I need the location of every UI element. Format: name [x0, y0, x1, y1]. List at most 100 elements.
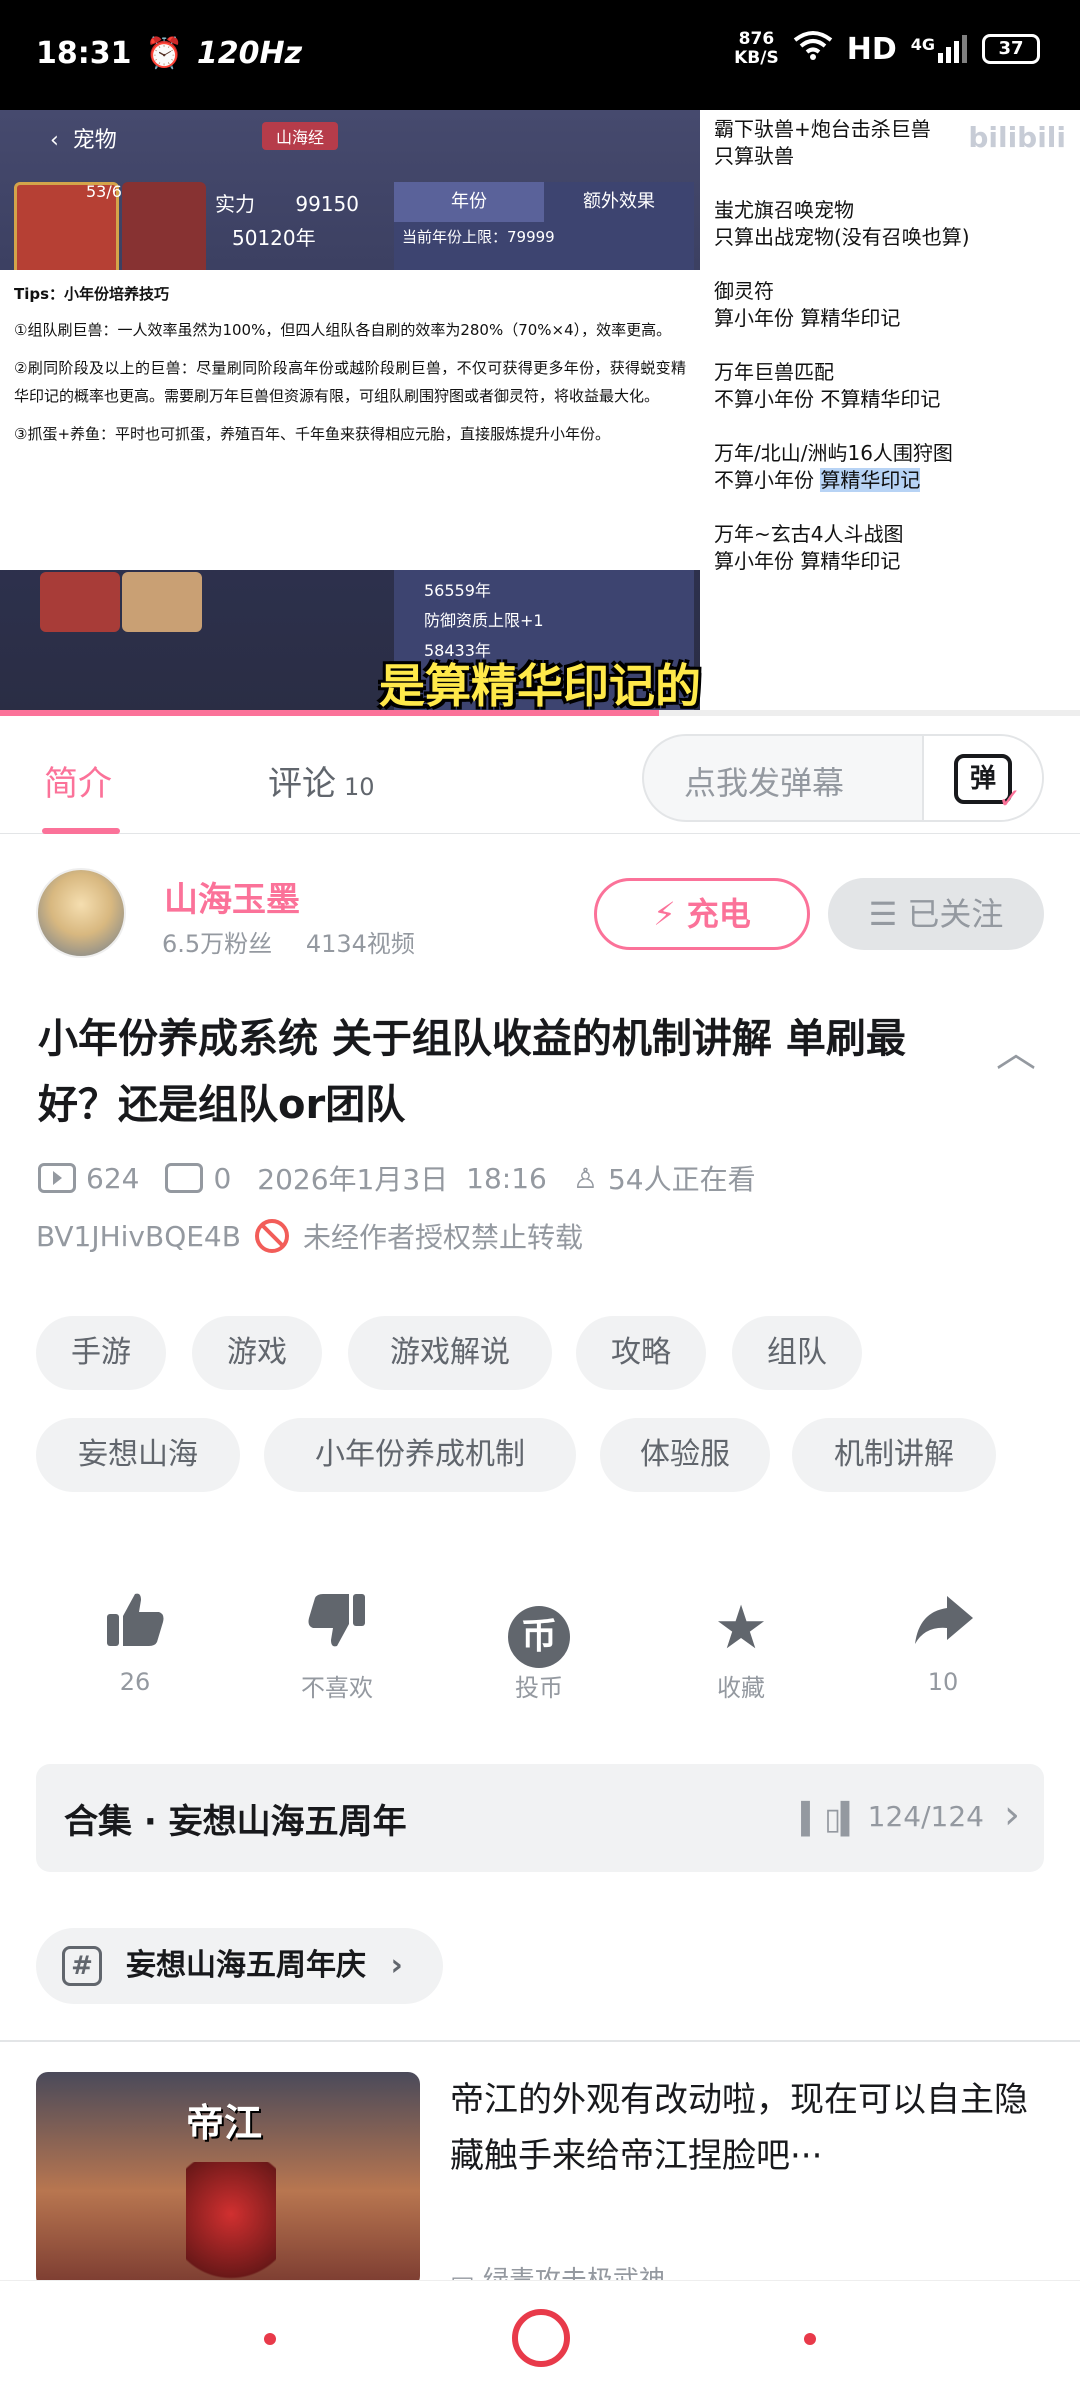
bvid[interactable]: BV1JHivBQE4B: [36, 1220, 241, 1253]
game-year: 50120年: [232, 226, 316, 250]
note-line: 不算小年份 不算精华印记: [714, 387, 941, 411]
game-back-text: 宠物: [72, 128, 117, 153]
game-tag: 山海经: [262, 122, 339, 150]
network-type: 4G: [910, 35, 935, 54]
status-left: 18:31 ⏰ 120Hz: [36, 36, 302, 71]
note-line: 算小年份 算精华印记: [714, 549, 901, 573]
danmaku-placeholder: 点我发弹幕: [684, 764, 845, 802]
video-player[interactable]: ‹ 宠物 山海经 53/68 实力 99150 50120年 年份 额外效果 当…: [0, 110, 1080, 716]
like-count: 26: [119, 1668, 151, 1696]
alarm-icon: ⏰: [145, 36, 183, 71]
like-button[interactable]: 26: [70, 1588, 200, 1696]
nav-home-button[interactable]: [512, 2309, 570, 2367]
game-lower-2: 防御资质上限+1: [424, 611, 544, 630]
note-line: 只算出战宠物(没有召唤也算): [714, 225, 970, 249]
uploader-name[interactable]: 山海玉墨: [164, 872, 300, 921]
nav-back-button[interactable]: [264, 2333, 276, 2345]
playlist-icon: ▍▯▍: [801, 1802, 864, 1837]
coin-icon: 币: [474, 1588, 604, 1668]
system-nav-bar: [0, 2280, 1080, 2400]
tag-item[interactable]: 手游: [36, 1316, 166, 1390]
coin-label: 投币: [515, 1674, 563, 1702]
favorite-button[interactable]: ★ 收藏: [676, 1588, 806, 1703]
follow-button[interactable]: ☰ 已关注: [828, 878, 1044, 950]
danmaku-toggle-button[interactable]: 弹 ✓: [922, 736, 1042, 820]
game-strength-label: 实力: [215, 192, 255, 216]
status-right: 876 KB/S HD 4G 37: [734, 30, 1040, 68]
tag-item[interactable]: 体验服: [600, 1418, 770, 1492]
tab-comments-count: 10: [344, 773, 375, 801]
game-lower-1: 56559年: [424, 581, 491, 600]
note-block: 万年/北山/洲屿16人围狩图 不算小年份 算精华印记: [714, 440, 1066, 494]
note-highlight: 算精华印记: [820, 468, 921, 492]
notes-panel: 霸下驮兽+炮台击杀巨兽 只算驮兽 蚩尤旗召唤宠物 只算出战宠物(没有召唤也算) …: [700, 110, 1080, 716]
copyright-notice: 未经作者授权禁止转载: [302, 1221, 583, 1254]
battery-icon: 37: [982, 34, 1040, 64]
tag-item[interactable]: 妄想山海: [36, 1418, 240, 1492]
uploader-stats: 6.5万粉丝 4134视频: [162, 924, 441, 959]
note-text: 不算小年份: [714, 468, 821, 492]
signal-icon: 4G: [911, 35, 968, 63]
recommend-title[interactable]: 帝江的外观有改动啦，现在可以自主隐藏触手来给帝江捏脸吧···: [450, 2072, 1046, 2184]
topic-label: 妄想山海五周年庆: [126, 1948, 366, 1983]
dislike-label: 不喜欢: [301, 1674, 373, 1702]
tab-indicator: [42, 828, 120, 834]
favorite-label: 收藏: [717, 1674, 765, 1702]
topic-chip[interactable]: # 妄想山海五周年庆 ›: [36, 1928, 443, 2004]
tips-item: ③抓蛋+养鱼：平时也可抓蛋，养殖百年、千年鱼来获得相应元胎，直接服炼提升小年份。: [14, 425, 611, 443]
thumbs-down-icon: [272, 1588, 402, 1668]
star-icon: ★: [714, 1593, 768, 1663]
share-button[interactable]: 10: [878, 1588, 1008, 1696]
menu-icon: ☰: [868, 895, 898, 933]
check-icon: ✓: [998, 782, 1022, 815]
refresh-rate: 120Hz: [196, 36, 303, 71]
game-year-cap: 当前年份上限：79999: [402, 228, 555, 246]
charge-button[interactable]: ⚡ 充电: [594, 878, 810, 950]
chevron-right-icon: ›: [1004, 1792, 1020, 1838]
danmaku-count: 0: [213, 1161, 232, 1195]
tab-comments-label: 评论: [268, 764, 336, 804]
chevron-up-icon[interactable]: ︿: [996, 1020, 1036, 1078]
game-screen: ‹ 宠物 山海经 53/68 实力 99150 50120年 年份 额外效果 当…: [0, 110, 700, 716]
tab-bar: 简介 评论 10 点我发弹幕 弹 ✓: [0, 716, 1080, 834]
game-pet-card-4: [122, 572, 202, 632]
uploader-fans: 6.5万粉丝: [162, 930, 273, 958]
note-line: 万年/北山/洲屿16人围狩图: [714, 441, 953, 465]
net-speed-unit: KB/S: [734, 48, 779, 68]
note-line: 不算小年份 算精华印记: [714, 467, 1066, 494]
share-icon: [878, 1588, 1008, 1668]
dislike-button[interactable]: 不喜欢: [272, 1588, 402, 1703]
screen: 18:31 ⏰ 120Hz 876 KB/S HD 4G 37 ‹ 宠物 山海经: [0, 0, 1080, 2400]
watching-count: 54人正在看: [607, 1163, 756, 1196]
tab-comments[interactable]: 评论 10: [268, 756, 375, 805]
collection-count: 124/124: [867, 1800, 984, 1833]
game-back-label: ‹ 宠物: [50, 128, 117, 153]
tag-item[interactable]: 机制讲解: [792, 1418, 996, 1492]
follow-label: 已关注: [907, 895, 1004, 933]
video-meta: 624 0 2026年1月3日 18:16 ♙ 54人正在看: [38, 1158, 756, 1198]
tips-title: Tips：小年份培养技巧: [14, 285, 170, 303]
collection-card[interactable]: 合集 · 妄想山海五周年 ▍▯▍ 124/124 ›: [36, 1764, 1044, 1872]
tag-item[interactable]: 游戏解说: [348, 1316, 552, 1390]
tag-item[interactable]: 小年份养成机制: [264, 1418, 576, 1492]
note-line: 蚩尤旗召唤宠物: [714, 198, 854, 222]
game-tab-year: 年份: [394, 182, 544, 222]
danmaku-input[interactable]: 点我发弹幕 弹 ✓: [642, 734, 1044, 822]
tab-intro[interactable]: 简介: [44, 756, 112, 805]
recommend-thumbnail[interactable]: 帝江: [36, 2072, 420, 2288]
play-count-icon: [38, 1163, 76, 1193]
thumbnail-figure: [186, 2162, 276, 2288]
nav-recent-button[interactable]: [804, 2333, 816, 2345]
tag-item[interactable]: 游戏: [192, 1316, 322, 1390]
wifi-icon: [793, 30, 833, 68]
uploader-videos: 4134视频: [305, 930, 415, 958]
hashtag-icon: #: [62, 1946, 102, 1986]
note-block: 万年~玄古4人斗战图 算小年份 算精华印记: [714, 521, 1066, 575]
publish-date: 2026年1月3日: [257, 1163, 449, 1196]
coin-button[interactable]: 币 投币: [474, 1588, 604, 1703]
tag-item[interactable]: 攻略: [576, 1316, 706, 1390]
play-count: 624: [86, 1161, 140, 1195]
note-line: 万年巨兽匹配: [714, 360, 834, 384]
avatar[interactable]: [36, 868, 126, 958]
tag-item[interactable]: 组队: [732, 1316, 862, 1390]
